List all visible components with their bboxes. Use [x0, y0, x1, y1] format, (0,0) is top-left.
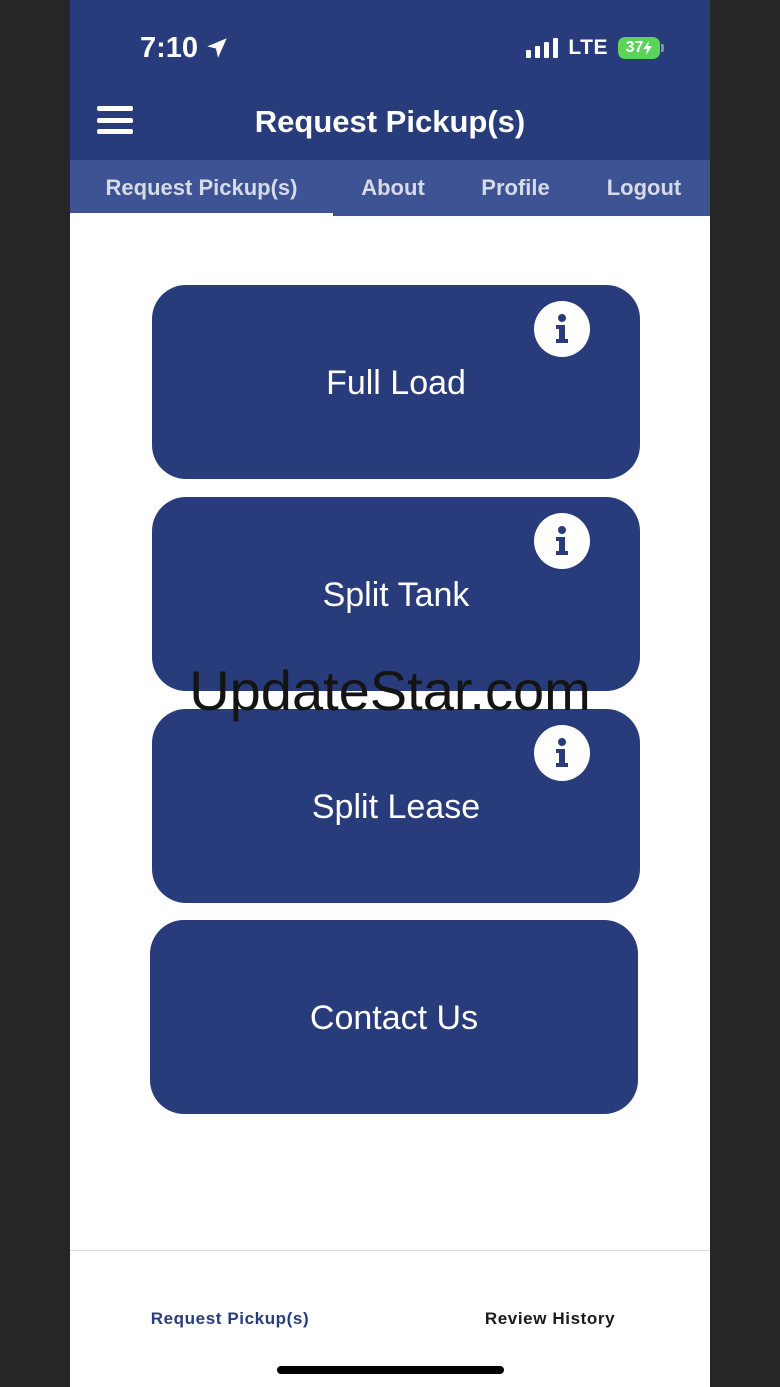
bottom-tab-bar: Request Pickup(s) Review History — [70, 1250, 710, 1387]
contact-us-label: Contact Us — [309, 999, 479, 1037]
tab-profile[interactable]: Profile — [453, 160, 578, 216]
home-indicator[interactable] — [277, 1366, 504, 1374]
app-header: 7:10 LTE 37 Request Pickup(s) — [70, 0, 710, 160]
full-load-info-button[interactable] — [534, 301, 590, 357]
info-icon — [556, 738, 568, 767]
split-lease-info-button[interactable] — [534, 725, 590, 781]
split-lease-button[interactable]: Split Lease — [152, 709, 640, 903]
network-type: LTE — [568, 36, 608, 59]
info-icon — [556, 314, 568, 343]
cellular-signal-icon — [526, 38, 559, 58]
full-load-button[interactable]: Full Load — [152, 285, 640, 479]
location-arrow-icon — [207, 38, 227, 58]
status-time: 7:10 — [140, 30, 230, 66]
status-time-text: 7:10 — [140, 32, 199, 64]
split-tank-button[interactable]: Split Tank — [152, 497, 640, 691]
contact-us-button[interactable]: Contact Us — [150, 920, 638, 1114]
battery-icon: 37 — [618, 37, 664, 59]
info-icon — [556, 526, 568, 555]
bottom-tab-review-history[interactable]: Review History — [390, 1307, 710, 1331]
bottom-tab-request-pickups[interactable]: Request Pickup(s) — [70, 1307, 390, 1331]
tab-request-pickups[interactable]: Request Pickup(s) — [70, 160, 333, 216]
page-title: Request Pickup(s) — [254, 104, 526, 139]
phone-screen: 7:10 LTE 37 Request Pickup(s) Request Pi… — [70, 0, 710, 1387]
split-tank-info-button[interactable] — [534, 513, 590, 569]
battery-level: 37 — [625, 39, 644, 56]
main-content: Full Load Split Tank Split Lease Contact… — [70, 216, 710, 1250]
tab-logout[interactable]: Logout — [578, 160, 710, 216]
top-tab-bar: Request Pickup(s) About Profile Logout — [70, 160, 710, 216]
tab-about[interactable]: About — [333, 160, 453, 216]
charging-bolt-icon — [643, 41, 653, 55]
status-indicators: LTE 37 — [526, 32, 664, 64]
